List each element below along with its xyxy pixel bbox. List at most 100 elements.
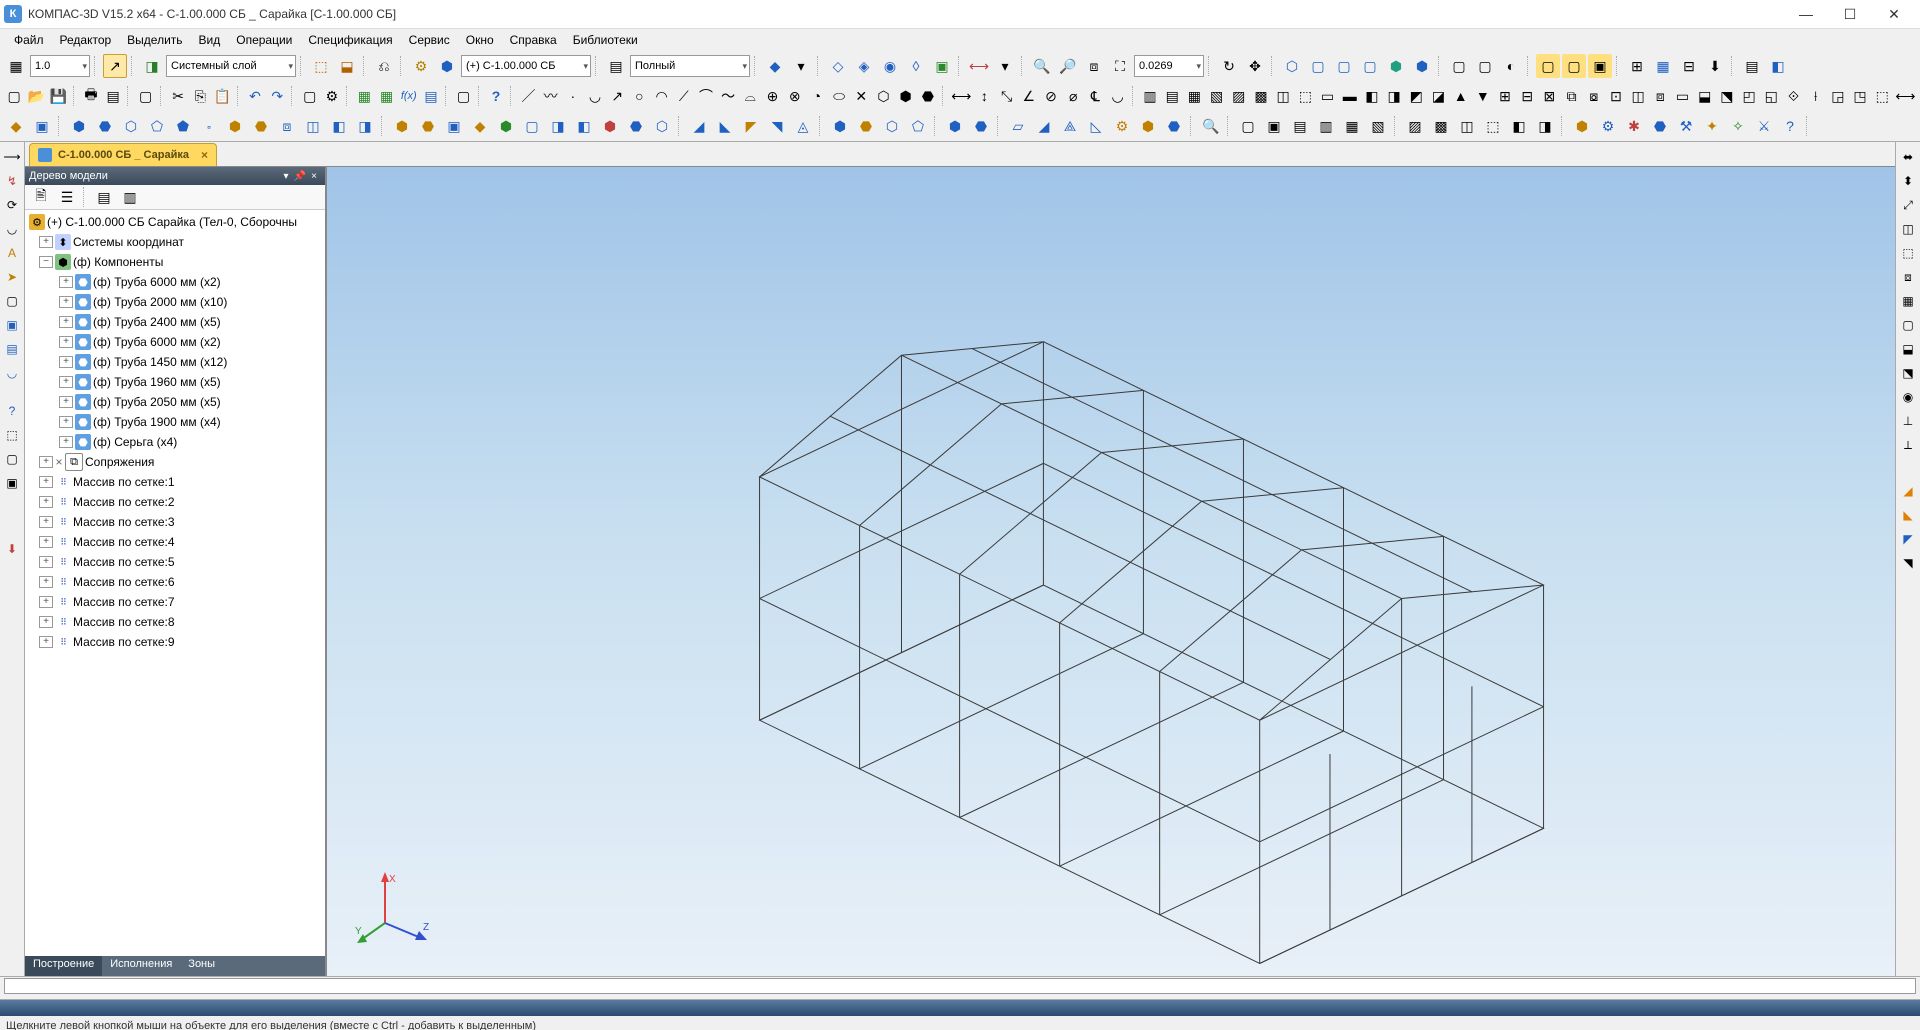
s2-icon[interactable]: ⟋ <box>674 84 694 108</box>
t35-icon[interactable]: ⟷ <box>1894 84 1916 108</box>
op17-icon[interactable]: ⬢ <box>598 114 622 138</box>
extrude-icon[interactable]: ⬢ <box>67 114 91 138</box>
t9-icon[interactable]: ▭ <box>1317 84 1337 108</box>
t17-icon[interactable]: ⊞ <box>1495 84 1515 108</box>
t5-icon[interactable]: ▨ <box>1229 84 1249 108</box>
expand-icon[interactable]: + <box>59 376 73 388</box>
document-tab[interactable]: С-1.00.000 СБ _ Сарайка × <box>29 143 217 166</box>
tree-mode1-icon[interactable]: 🖹 <box>29 185 53 209</box>
tab-exec[interactable]: Исполнения <box>102 956 180 976</box>
m3-icon[interactable]: ⊟ <box>1677 54 1701 78</box>
v3-icon[interactable]: ▤ <box>1288 114 1312 138</box>
op24-icon[interactable]: ◬ <box>791 114 815 138</box>
new-icon[interactable]: ▢ <box>4 84 24 108</box>
r1-icon[interactable]: ◆ <box>4 114 28 138</box>
grid-icon[interactable]: ▦ <box>4 54 28 78</box>
lt10-icon[interactable]: ◡ <box>1 362 23 384</box>
tree-array[interactable]: +⠿Массив по сетке:3 <box>25 512 325 532</box>
menu-libraries[interactable]: Библиотеки <box>565 31 646 50</box>
collapse-icon[interactable]: − <box>39 256 53 268</box>
op23-icon[interactable]: ◥ <box>765 114 789 138</box>
sheet-icon[interactable]: ▢ <box>300 84 320 108</box>
lib5-icon[interactable]: ⚒ <box>1674 114 1698 138</box>
rt1-icon[interactable]: ⬌ <box>1897 146 1919 168</box>
t23-icon[interactable]: ◫ <box>1628 84 1648 108</box>
menu-view[interactable]: Вид <box>191 31 229 50</box>
zoom-window-icon[interactable]: ⧈ <box>1082 54 1106 78</box>
rt3-icon[interactable]: ⤢ <box>1897 194 1919 216</box>
t20-icon[interactable]: ⧉ <box>1562 84 1582 108</box>
expand-icon[interactable]: + <box>39 596 53 608</box>
dd-icon[interactable]: ▾ <box>789 54 813 78</box>
op13-icon[interactable]: ⬢ <box>494 114 518 138</box>
menu-file[interactable]: Файл <box>6 31 52 50</box>
redo-icon[interactable]: ↷ <box>267 84 287 108</box>
rt5-icon[interactable]: ⬚ <box>1897 242 1919 264</box>
tree-components[interactable]: − ⬢ (ф) Компоненты <box>25 252 325 272</box>
op10-icon[interactable]: ⬣ <box>416 114 440 138</box>
m4-icon[interactable]: ⬇ <box>1703 54 1727 78</box>
menu-service[interactable]: Сервис <box>401 31 458 50</box>
t15-icon[interactable]: ▲ <box>1451 84 1471 108</box>
s13-icon[interactable]: ⬣ <box>918 84 938 108</box>
loft-icon[interactable]: ⬠ <box>145 114 169 138</box>
polyline-icon[interactable]: 〰 <box>541 84 561 108</box>
3d-viewport[interactable]: X Y Z <box>327 167 1895 976</box>
s11-icon[interactable]: ⬡ <box>873 84 893 108</box>
lt13-icon[interactable]: ▢ <box>1 448 23 470</box>
v2-icon[interactable]: ▣ <box>1262 114 1286 138</box>
rt10-icon[interactable]: ⬔ <box>1897 362 1919 384</box>
close-button[interactable]: ✕ <box>1872 0 1916 28</box>
model-tree[interactable]: ⚙ (+) С-1.00.000 СБ Сарайка (Тел-0, Сбор… <box>25 210 325 956</box>
break-icon[interactable]: ⎌ <box>372 54 396 78</box>
layers-icon[interactable]: ◨ <box>140 54 164 78</box>
op4-icon[interactable]: ⬣ <box>249 114 273 138</box>
tree-mode2-icon[interactable]: ☰ <box>55 185 79 209</box>
tree-array[interactable]: +⠿Массив по сетке:5 <box>25 552 325 572</box>
rt11-icon[interactable]: ◉ <box>1897 386 1919 408</box>
front-icon[interactable]: ▢ <box>1306 54 1330 78</box>
r2-icon[interactable]: ▣ <box>30 114 54 138</box>
lt9-icon[interactable]: ▤ <box>1 338 23 360</box>
tree-part[interactable]: +⬣(ф) Труба 6000 мм (x2) <box>25 332 325 352</box>
rt6-icon[interactable]: ⧈ <box>1897 266 1919 288</box>
menu-operations[interactable]: Операции <box>228 31 300 50</box>
rt14-icon[interactable]: ◢ <box>1897 480 1919 502</box>
command-input[interactable] <box>4 978 1916 994</box>
m6-icon[interactable]: ◧ <box>1766 54 1790 78</box>
s12-icon[interactable]: ⬢ <box>896 84 916 108</box>
t7-icon[interactable]: ◫ <box>1273 84 1293 108</box>
tab-build[interactable]: Построение <box>25 956 102 976</box>
shaded-edges-icon[interactable]: ◊ <box>904 54 928 78</box>
lib6-icon[interactable]: ✦ <box>1700 114 1724 138</box>
op27-icon[interactable]: ⬡ <box>880 114 904 138</box>
op6-icon[interactable]: ◫ <box>301 114 325 138</box>
t24-icon[interactable]: ⧈ <box>1650 84 1670 108</box>
expand-icon[interactable]: + <box>59 296 73 308</box>
lt5-icon[interactable]: A <box>1 242 23 264</box>
op11-icon[interactable]: ▣ <box>442 114 466 138</box>
fx-icon[interactable]: f(x) <box>399 84 419 108</box>
sel2-icon[interactable]: ▢ <box>1562 54 1586 78</box>
menu-specification[interactable]: Спецификация <box>300 31 400 50</box>
calc-icon[interactable]: ▦ <box>354 84 374 108</box>
spreadsheet-icon[interactable]: ▦ <box>377 84 397 108</box>
assy-combo[interactable]: (+) С-1.00.000 СБ <box>461 55 591 77</box>
d1-icon[interactable]: ⟷ <box>950 84 972 108</box>
m2-icon[interactable]: ▦ <box>1651 54 1675 78</box>
op16-icon[interactable]: ◧ <box>572 114 596 138</box>
op33-icon[interactable]: ⟁ <box>1058 114 1082 138</box>
tree-expand-icon[interactable]: ▤ <box>92 185 116 209</box>
rt17-icon[interactable]: ◥ <box>1897 552 1919 574</box>
m5-icon[interactable]: ▤ <box>1740 54 1764 78</box>
t16-icon[interactable]: ▼ <box>1473 84 1493 108</box>
rt7-icon[interactable]: ▦ <box>1897 290 1919 312</box>
tree-collapse-icon[interactable]: ▥ <box>118 185 142 209</box>
rt16-icon[interactable]: ◤ <box>1897 528 1919 550</box>
open-icon[interactable]: 📂 <box>26 84 46 108</box>
expand-icon[interactable]: + <box>59 396 73 408</box>
lib2-icon[interactable]: ⚙ <box>1596 114 1620 138</box>
op9-icon[interactable]: ⬢ <box>390 114 414 138</box>
op15-icon[interactable]: ◨ <box>546 114 570 138</box>
sel1-icon[interactable]: ▢ <box>1536 54 1560 78</box>
